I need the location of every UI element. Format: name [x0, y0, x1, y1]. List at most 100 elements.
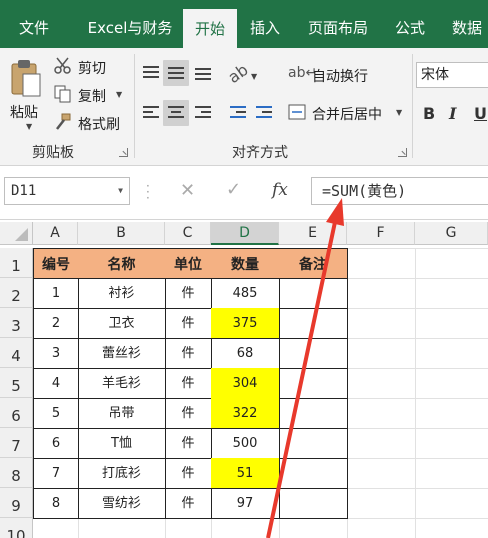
table-header-cell[interactable]: 备注	[279, 248, 348, 279]
column-header-f[interactable]: F	[347, 222, 415, 245]
table-header-cell[interactable]: 单位	[165, 248, 212, 279]
chevron-down-icon: ▼	[118, 186, 123, 195]
align-top-icon[interactable]	[143, 66, 159, 80]
orientation-icon[interactable]: ab	[224, 60, 251, 87]
table-header-cell[interactable]: 名称	[78, 248, 166, 279]
table-cell[interactable]: 羊毛衫	[78, 368, 166, 399]
table-cell[interactable]: 6	[33, 428, 79, 459]
table-cell[interactable]: 500	[211, 428, 280, 459]
row-header-10[interactable]: 10	[0, 518, 33, 538]
tab-home[interactable]: 开始	[183, 9, 237, 49]
table-cell[interactable]: 吊带	[78, 398, 166, 429]
font-name-select[interactable]: 宋体	[416, 62, 488, 88]
chevron-down-icon: ▼	[116, 90, 123, 99]
row-header-6[interactable]: 6	[0, 398, 33, 428]
table-cell[interactable]: 雪纺衫	[78, 488, 166, 519]
tab-insert[interactable]: 插入	[242, 10, 288, 48]
tab-file[interactable]: 文件	[8, 10, 60, 48]
table-cell[interactable]: 件	[165, 488, 212, 519]
row-header-1[interactable]: 1	[0, 248, 33, 278]
clipboard-launcher-icon[interactable]	[119, 148, 128, 157]
row-header-2[interactable]: 2	[0, 278, 33, 308]
decrease-indent-icon[interactable]	[230, 106, 246, 120]
row-header-7[interactable]: 7	[0, 428, 33, 458]
table-cell[interactable]: 375	[211, 308, 280, 339]
column-header-d[interactable]: D	[211, 222, 279, 245]
table-cell[interactable]: 件	[165, 338, 212, 369]
row-header-4[interactable]: 4	[0, 338, 33, 368]
table-header-cell[interactable]: 编号	[33, 248, 79, 279]
table-cell[interactable]: 485	[211, 278, 280, 309]
table-cell[interactable]: 件	[165, 278, 212, 309]
align-right-icon[interactable]	[195, 106, 211, 120]
table-cell[interactable]: 51	[211, 458, 280, 489]
enter-icon[interactable]: ✓	[226, 179, 241, 200]
tab-formulas[interactable]: 公式	[388, 10, 432, 48]
table-cell[interactable]: 件	[165, 428, 212, 459]
table-cell[interactable]: 4	[33, 368, 79, 399]
cancel-icon[interactable]: ✕	[180, 180, 195, 201]
table-cell[interactable]: 3	[33, 338, 79, 369]
merge-center-button[interactable]: 合并后居中 ▼	[288, 102, 408, 124]
column-header-g[interactable]: G	[415, 222, 488, 245]
align-bottom-icon[interactable]	[195, 68, 211, 82]
table-cell[interactable]: T恤	[78, 428, 166, 459]
table-cell[interactable]: 蕾丝衫	[78, 338, 166, 369]
drag-handle-icon[interactable]: · · ·	[146, 180, 150, 204]
table-cell[interactable]	[279, 488, 348, 519]
column-header-b[interactable]: B	[78, 222, 165, 245]
table-cell[interactable]: 304	[211, 368, 280, 399]
select-all-corner[interactable]	[0, 222, 33, 245]
cut-button[interactable]: 剪切	[54, 56, 124, 78]
tab-data[interactable]: 数据	[446, 10, 488, 48]
table-cell[interactable]	[279, 308, 348, 339]
table-cell[interactable]: 68	[211, 338, 280, 369]
table-cell[interactable]: 2	[33, 308, 79, 339]
insert-function-button[interactable]: fx	[272, 180, 288, 200]
row-header-3[interactable]: 3	[0, 308, 33, 338]
table-cell[interactable]: 衬衫	[78, 278, 166, 309]
table-cell[interactable]: 件	[165, 368, 212, 399]
paste-button[interactable]: 粘贴 ▼	[6, 54, 46, 136]
table-cell[interactable]: 322	[211, 398, 280, 429]
row-header-8[interactable]: 8	[0, 458, 33, 488]
paste-icon	[11, 60, 41, 97]
formula-input[interactable]: =SUM(黄色)	[311, 177, 488, 205]
table-cell[interactable]	[279, 278, 348, 309]
table-cell[interactable]: 件	[165, 458, 212, 489]
table-cell[interactable]: 5	[33, 398, 79, 429]
font-name-value: 宋体	[421, 67, 449, 83]
table-header-cell[interactable]: 数量	[211, 248, 280, 279]
alignment-launcher-icon[interactable]	[398, 148, 407, 157]
format-painter-button[interactable]: 格式刷	[54, 112, 130, 134]
tab-page-layout[interactable]: 页面布局	[300, 10, 376, 48]
name-box[interactable]: D11 ▼	[4, 177, 130, 205]
bold-button[interactable]: B	[423, 104, 435, 123]
table-cell[interactable]: 8	[33, 488, 79, 519]
table-cell[interactable]	[279, 428, 348, 459]
table-cell[interactable]: 97	[211, 488, 280, 519]
table-cell[interactable]: 1	[33, 278, 79, 309]
table-cell[interactable]	[279, 368, 348, 399]
copy-button[interactable]: 复制 ▼	[54, 84, 130, 106]
table-cell[interactable]: 打底衫	[78, 458, 166, 489]
column-header-a[interactable]: A	[33, 222, 78, 245]
align-left-icon[interactable]	[143, 106, 159, 120]
row-header-9[interactable]: 9	[0, 488, 33, 518]
table-cell[interactable]: 件	[165, 308, 212, 339]
table-cell[interactable]	[279, 398, 348, 429]
row-header-5[interactable]: 5	[0, 368, 33, 398]
underline-button[interactable]: U	[474, 104, 487, 123]
table-cell[interactable]	[279, 458, 348, 489]
increase-indent-icon[interactable]	[256, 106, 272, 120]
table-cell[interactable]: 件	[165, 398, 212, 429]
table-cell[interactable]: 7	[33, 458, 79, 489]
tab-excel-finance[interactable]: Excel与财务	[76, 10, 184, 48]
table-cell[interactable]	[279, 338, 348, 369]
wrap-text-button[interactable]: ab↵ 自动换行	[288, 64, 388, 86]
column-header-c[interactable]: C	[165, 222, 211, 245]
table-cell[interactable]: 卫衣	[78, 308, 166, 339]
italic-button[interactable]: I	[449, 104, 456, 123]
worksheet-grid[interactable]: ABCDEFG 1 2 3 4 5 6 7 8 9 10 编号 名称 单位 数量 备注 1 衬衫件 485 2 卫衣…	[0, 220, 488, 538]
column-header-e[interactable]: E	[279, 222, 347, 245]
